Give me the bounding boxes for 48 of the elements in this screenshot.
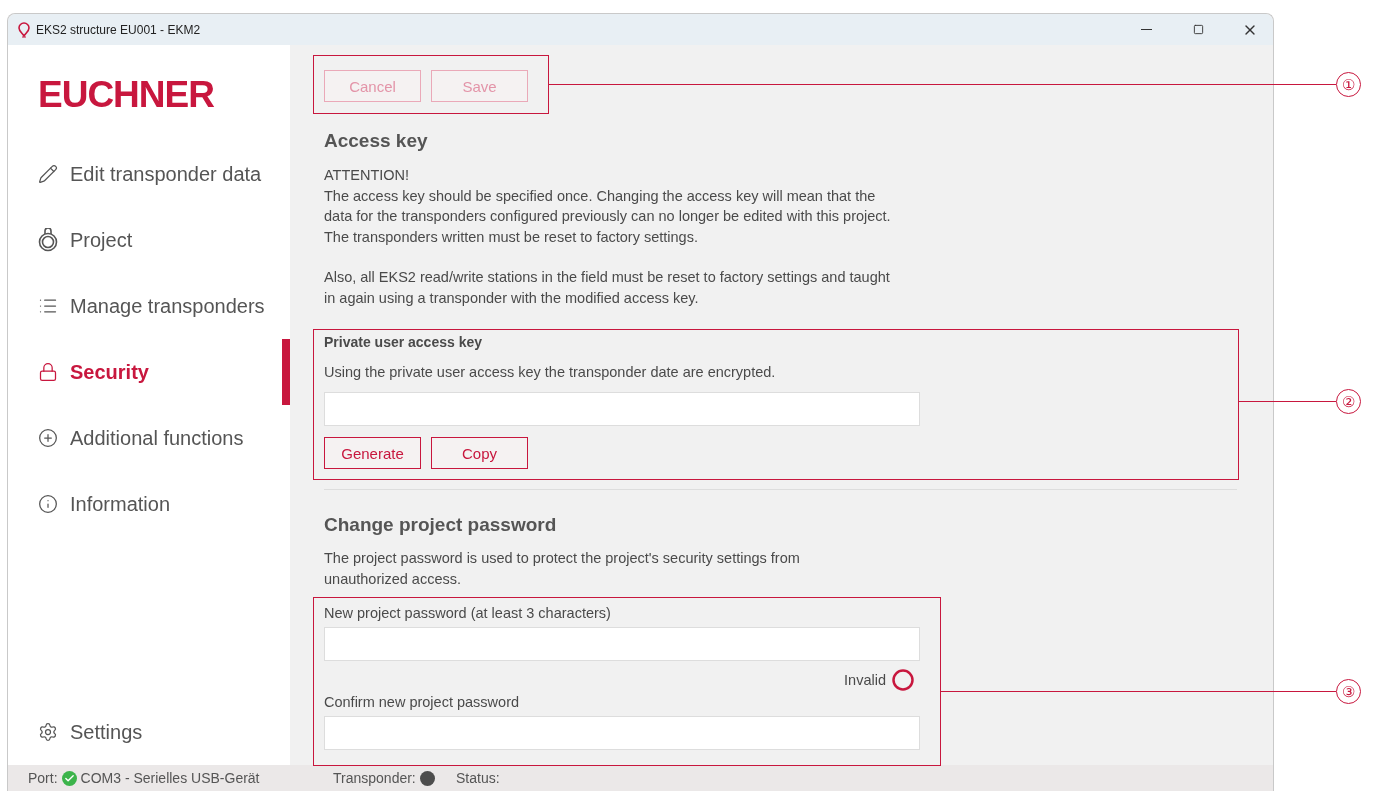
action-button[interactable]: Generate xyxy=(324,437,421,469)
pencil-icon xyxy=(38,164,58,184)
status-value: COM3 - Serielles USB-Gerät xyxy=(80,770,260,786)
status-label: Transponder: xyxy=(333,770,416,786)
app-icon xyxy=(18,21,30,38)
password-field[interactable] xyxy=(324,627,920,661)
callout-number: ① xyxy=(1336,72,1361,97)
nav-item[interactable]: Project xyxy=(8,207,290,273)
field-label: New project password (at least 3 characters) xyxy=(324,604,612,623)
section-heading: Access key xyxy=(324,129,429,153)
nav-item[interactable]: Settings xyxy=(8,699,290,765)
active-indicator xyxy=(282,339,290,405)
section-heading: Change project password xyxy=(324,513,558,537)
nav-item[interactable]: Edit transponder data xyxy=(8,141,290,207)
lock-icon xyxy=(38,362,58,382)
nav-label: Security xyxy=(70,360,149,384)
nav-label: Information xyxy=(70,492,171,516)
nav-label: Settings xyxy=(70,720,143,744)
action-button[interactable]: Copy xyxy=(431,437,528,469)
maximize-icon xyxy=(1192,24,1204,35)
ring-tag-icon xyxy=(38,228,58,252)
status-label: Port: xyxy=(28,770,58,786)
info-text: ATTENTION! The access key should be specified once. Changing the access key will mean that the data for the transponders configured previously can no longer be edited with this project. The transponders written must be reset to factory settings. xyxy=(324,166,892,247)
minimize-icon xyxy=(1140,28,1152,31)
field-label: Confirm new project password xyxy=(324,693,521,712)
nav-item[interactable]: Manage transponders xyxy=(8,273,290,339)
nav-label: Project xyxy=(70,228,133,252)
nav-item[interactable]: Information xyxy=(8,471,290,537)
nav-label: Additional functions xyxy=(70,426,244,450)
nav-item[interactable]: Additional functions xyxy=(8,405,290,471)
validation-text: Invalid xyxy=(844,671,886,690)
field-description: Using the private user access key the transponder date are encrypted. xyxy=(324,363,777,382)
info-text: The project password is used to protect the project's security settings from unauthorized access. xyxy=(324,549,801,589)
nav-label: Edit transponder data xyxy=(70,162,262,186)
settings-icon xyxy=(38,722,58,742)
window-title: EKS2 structure EU001 - EKM2 xyxy=(36,22,202,37)
info-icon xyxy=(38,494,58,514)
status-label: Status: xyxy=(456,770,500,786)
callout-number: ② xyxy=(1336,389,1361,414)
callout-number: ③ xyxy=(1336,679,1361,704)
info-text: Also, all EKS2 read/write stations in the field must be reset to factory settings and taught in again using a transponder with the modified access key. xyxy=(324,268,891,308)
nav-item[interactable]: Security xyxy=(8,339,290,405)
nav-label: Manage transponders xyxy=(70,294,265,318)
logo: EUCHNER xyxy=(37,75,215,117)
password-field[interactable] xyxy=(324,716,920,750)
field-title: Private user access key xyxy=(324,333,483,352)
plus-circle-icon xyxy=(38,428,58,448)
access-key-field[interactable] xyxy=(324,392,920,426)
